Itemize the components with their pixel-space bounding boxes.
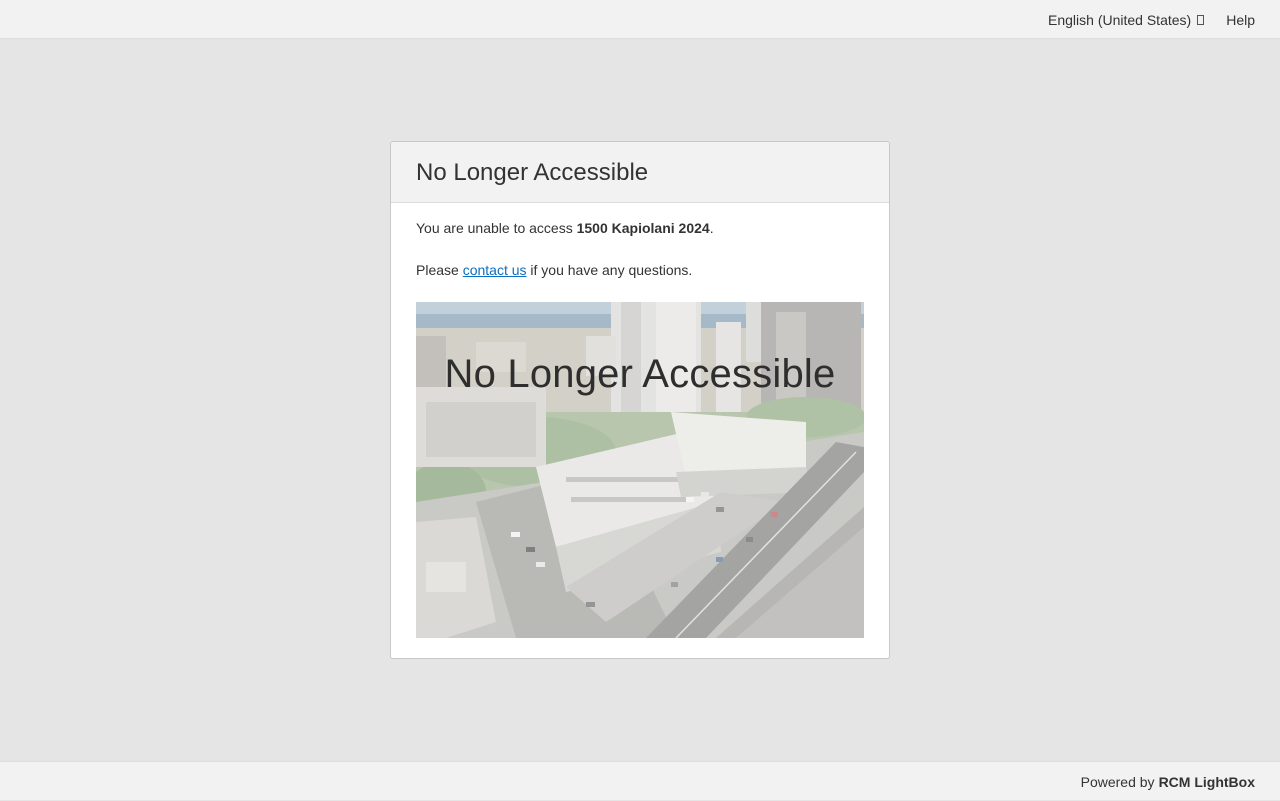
property-name: 1500 Kapiolani 2024 (576, 220, 710, 236)
language-dropdown-icon (1197, 14, 1205, 25)
language-selector[interactable]: English (United States) (1048, 11, 1205, 28)
access-panel: No Longer Accessible You are unable to a… (390, 141, 890, 659)
contact-prefix: Please (416, 262, 463, 278)
photo-caption: No Longer Accessible (444, 352, 836, 396)
access-message-prefix: You are unable to access (416, 220, 577, 236)
page-title: No Longer Accessible (416, 159, 649, 186)
brand-name: RCM LightBox (1158, 773, 1255, 790)
top-bar-menu: English (United States) Help (1048, 0, 1255, 39)
access-message-suffix: . (709, 220, 714, 236)
property-photo: No Longer Accessible (416, 302, 864, 638)
powered-by-label: Powered by (1080, 773, 1155, 790)
language-label: English (United States) (1048, 11, 1192, 28)
access-message: You are unable to access 1500 Kapiolani … (416, 203, 864, 238)
contact-us-link[interactable]: contact us (463, 262, 527, 278)
contact-suffix: if you have any questions. (526, 262, 693, 278)
panel-header: No Longer Accessible (391, 142, 889, 203)
contact-message: Please contact us if you have any questi… (416, 238, 864, 280)
panel-body: You are unable to access 1500 Kapiolani … (391, 203, 889, 280)
help-link[interactable]: Help (1226, 12, 1255, 28)
footer: Powered by RCM LightBox (0, 761, 1280, 800)
top-bar: English (United States) Help (0, 0, 1280, 39)
footer-credit: Powered by RCM LightBox (1081, 762, 1255, 801)
